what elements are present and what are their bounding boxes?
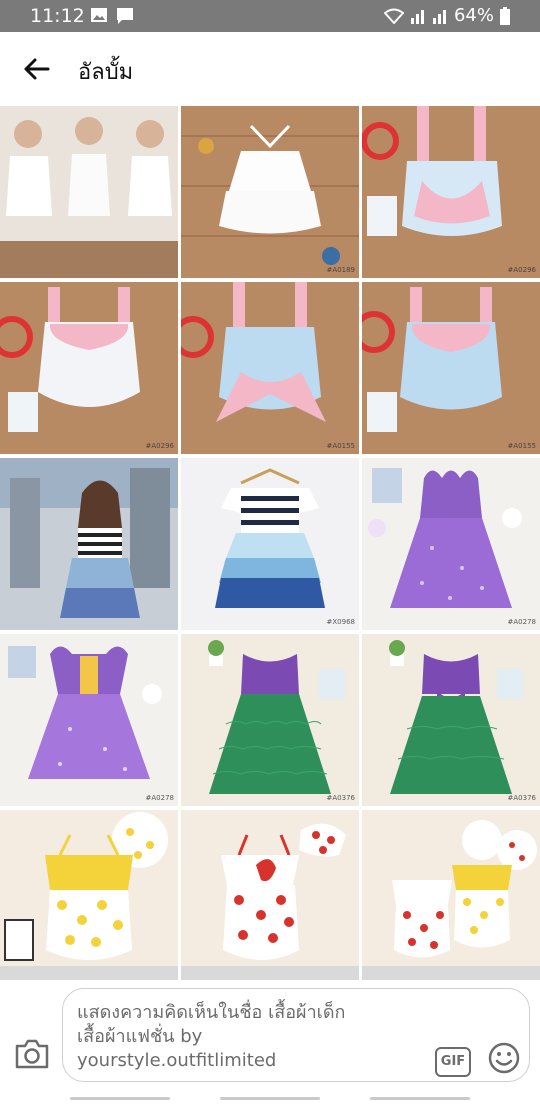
photo-girl-stripe-tutu-dress (0, 458, 178, 630)
photo-code: #A0376 (326, 794, 355, 802)
photo-tile-partial[interactable] (362, 966, 540, 980)
photo-code: #A0278 (507, 618, 536, 626)
camera-icon[interactable] (14, 1038, 50, 1070)
photo-tile[interactable]: #A0278 (362, 458, 540, 630)
photo-pink-blue-romper-back (362, 106, 540, 278)
photo-purple-sequin-dress (362, 458, 540, 630)
photo-white-eyelet-romper (181, 106, 359, 278)
nav-indicator-right (370, 1097, 470, 1100)
nav-indicator-center (220, 1097, 320, 1100)
photo-grid-partial-row (0, 966, 540, 980)
photo-tile[interactable]: #A0370 (181, 810, 359, 982)
battery-percent: 64% (453, 5, 494, 26)
photo-tile[interactable]: #A0370 (362, 810, 540, 982)
photo-mermaid-green-dress (181, 634, 359, 806)
photo-blue-romper-back-bow (181, 282, 359, 454)
photo-tile[interactable]: #A0296 (362, 106, 540, 278)
page-title: อัลบั้ม (78, 60, 134, 85)
photo-tile-partial[interactable] (181, 966, 359, 980)
photo-tile[interactable]: #A0369 (0, 810, 178, 982)
photo-tile[interactable]: #A0155 (181, 282, 359, 454)
photo-tile[interactable] (0, 106, 178, 278)
photo-code: #A0296 (507, 266, 536, 274)
photo-tile[interactable]: #A0278 (0, 634, 178, 806)
photo-stripe-tutu-dress-hanger (181, 458, 359, 630)
status-time: 11:12 (30, 5, 85, 27)
battery-icon (500, 6, 510, 25)
photo-tile[interactable]: #A0376 (362, 634, 540, 806)
photo-tile[interactable]: #A0155 (362, 282, 540, 454)
photo-girl-white-romper (0, 106, 178, 278)
comment-placeholder: แสดงความคิดเห็นในชื่อ เสื้อผ้าเด็ก เสื้อ… (77, 1002, 346, 1071)
photo-strawberry-polka-romper (181, 810, 359, 982)
message-icon (117, 8, 133, 24)
signal-icon-2 (432, 9, 446, 24)
photo-tile[interactable]: #A0296 (0, 282, 178, 454)
photo-tile[interactable]: #A0376 (181, 634, 359, 806)
signal-icon (410, 9, 424, 24)
gallery-icon (91, 8, 107, 22)
photo-code: #A0278 (145, 794, 174, 802)
photo-code: #A0376 (507, 794, 536, 802)
photo-code: #A0189 (326, 266, 355, 274)
app-bar: อัลบั้ม (0, 32, 540, 104)
photo-grid: #A0189 #A0296 #A0296 #A0155 #A0155 #X096… (0, 106, 540, 982)
status-notification-icons (90, 7, 134, 25)
status-right-group: 64% (383, 5, 510, 26)
comment-input[interactable]: แสดงความคิดเห็นในชื่อ เสื้อผ้าเด็ก เสื้อ… (62, 988, 530, 1082)
back-arrow-icon[interactable] (20, 52, 54, 86)
photo-yellow-polka-romper (0, 810, 178, 982)
wifi-icon (383, 8, 404, 24)
photo-tile[interactable]: #X0968 (181, 458, 359, 630)
photo-tile[interactable] (0, 458, 178, 630)
photo-tile-partial[interactable] (0, 966, 178, 980)
photo-rapunzel-dress (0, 634, 178, 806)
status-bar: 11:12 64% (0, 0, 540, 32)
photo-mermaid-dress-bow (362, 634, 540, 806)
photo-blue-romper-front-bow (362, 282, 540, 454)
photo-two-polka-rompers (362, 810, 540, 982)
comment-composer: แสดงความคิดเห็นในชื่อ เสื้อผ้าเด็ก เสื้อ… (0, 980, 540, 1110)
photo-code: #A0155 (326, 442, 355, 450)
photo-code: #X0968 (326, 618, 355, 626)
photo-pink-bow-romper-front (0, 282, 178, 454)
nav-indicator-left (70, 1097, 170, 1100)
photo-tile[interactable]: #A0189 (181, 106, 359, 278)
emoji-icon[interactable] (487, 1041, 521, 1075)
gif-button[interactable]: GIF (435, 1047, 471, 1077)
photo-code: #A0155 (507, 442, 536, 450)
photo-code: #A0296 (145, 442, 174, 450)
